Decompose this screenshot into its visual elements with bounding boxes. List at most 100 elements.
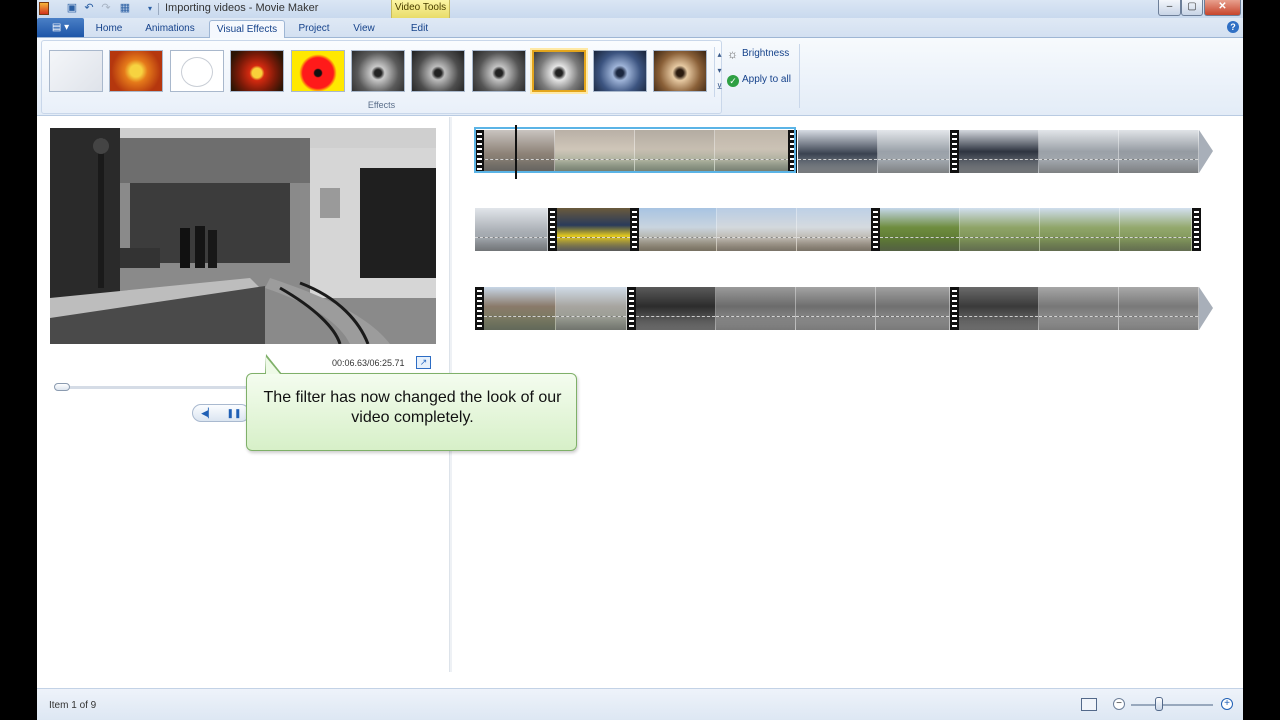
clip-frame[interactable] bbox=[1039, 287, 1119, 330]
gallery-more-icon[interactable]: ⊻ bbox=[715, 79, 724, 95]
playback-controls: ◀▏ ❚❚ bbox=[192, 404, 250, 422]
customize-dropdown-icon[interactable]: ▾ bbox=[143, 2, 157, 15]
gallery-scroll[interactable]: ▴ ▾ ⊻ bbox=[714, 47, 724, 97]
clip-frame[interactable] bbox=[557, 208, 631, 251]
effects-group-label: Effects bbox=[367, 100, 396, 110]
effect-saturated-thumbnail[interactable] bbox=[230, 50, 284, 92]
callout-text: The filter has now changed the look of o… bbox=[263, 389, 562, 426]
seek-bar-thumb[interactable] bbox=[54, 383, 70, 391]
clip-frame[interactable] bbox=[1039, 130, 1119, 173]
title-separator bbox=[158, 3, 159, 15]
thumbnail-size-icon[interactable] bbox=[1081, 698, 1097, 711]
application-menu-button[interactable]: ▤ ▾ bbox=[37, 18, 84, 37]
clip-frame[interactable] bbox=[475, 208, 548, 251]
brightness-label: Brightness bbox=[742, 48, 790, 59]
row-continues-icon bbox=[1199, 287, 1213, 330]
tutorial-callout: The filter has now changed the look of o… bbox=[246, 373, 577, 451]
gallery-up-icon[interactable]: ▴ bbox=[715, 47, 724, 63]
tab-view[interactable]: View bbox=[346, 20, 382, 38]
clip-frame[interactable] bbox=[556, 287, 627, 330]
storyboard-row-3 bbox=[475, 287, 1216, 330]
brightness-button[interactable]: ☼ Brightness bbox=[727, 48, 789, 60]
gallery-down-icon[interactable]: ▾ bbox=[715, 63, 724, 79]
fullscreen-icon[interactable]: ↗ bbox=[416, 356, 431, 369]
effect-posterize-thumbnail[interactable] bbox=[291, 50, 345, 92]
clip-frame[interactable] bbox=[1040, 208, 1120, 251]
effect-bw-yellow-thumbnail[interactable] bbox=[472, 50, 526, 92]
effect-bw-orange-thumbnail[interactable] bbox=[411, 50, 465, 92]
clip-frame[interactable] bbox=[878, 130, 950, 173]
effect-bw-red-thumbnail[interactable] bbox=[532, 50, 586, 92]
clip-start-marker bbox=[627, 287, 636, 330]
effect-none-thumbnail[interactable] bbox=[49, 50, 103, 92]
zoom-in-icon[interactable]: + bbox=[1221, 698, 1233, 710]
zoom-slider[interactable] bbox=[1131, 704, 1213, 706]
callout-tail-fill bbox=[266, 357, 280, 374]
app-icon[interactable] bbox=[39, 2, 49, 15]
minimize-button[interactable]: – bbox=[1158, 0, 1181, 16]
clip-frame[interactable] bbox=[876, 287, 950, 330]
brightness-icon: ☼ bbox=[727, 47, 738, 61]
zoom-out-icon[interactable]: − bbox=[1113, 698, 1125, 710]
clip-start-marker bbox=[950, 130, 959, 173]
maximize-button[interactable]: ▢ bbox=[1181, 0, 1203, 16]
clip-frame[interactable] bbox=[796, 287, 876, 330]
effect-cyanotype-thumbnail[interactable] bbox=[593, 50, 647, 92]
clip-frame[interactable] bbox=[717, 208, 797, 251]
effect-sepia-thumbnail[interactable] bbox=[653, 50, 707, 92]
playhead[interactable] bbox=[515, 125, 517, 179]
clip-frame[interactable] bbox=[959, 287, 1039, 330]
selected-clip-highlight bbox=[474, 127, 796, 173]
clip-start-marker bbox=[475, 287, 484, 330]
clip-frame[interactable] bbox=[960, 208, 1040, 251]
clip-frame[interactable] bbox=[797, 208, 877, 251]
time-readout: 00:06.63/06:25.71 bbox=[332, 358, 405, 368]
clip-frame[interactable] bbox=[798, 130, 878, 173]
pause-icon[interactable]: ❚❚ bbox=[223, 406, 245, 420]
clip-frame[interactable] bbox=[959, 130, 1039, 173]
apply-to-all-button[interactable]: ✓ Apply to all bbox=[727, 74, 791, 87]
undo-icon[interactable]: ↶ bbox=[82, 2, 96, 15]
clip-start-marker bbox=[548, 208, 557, 251]
preview-scene-image bbox=[50, 128, 436, 344]
effect-bw-thumbnail[interactable] bbox=[351, 50, 405, 92]
clip-start-marker bbox=[630, 208, 639, 251]
clip-frame[interactable] bbox=[1119, 287, 1199, 330]
clip-frame[interactable] bbox=[1119, 130, 1199, 173]
previous-frame-icon[interactable]: ◀▏ bbox=[197, 406, 219, 420]
clip-frame[interactable] bbox=[639, 208, 717, 251]
effect-sketch-thumbnail[interactable] bbox=[170, 50, 224, 92]
clip-end-marker bbox=[1192, 208, 1201, 251]
tab-animations[interactable]: Animations bbox=[138, 20, 202, 38]
effects-group: ▴ ▾ ⊻ Effects bbox=[41, 40, 722, 114]
tab-visual-effects[interactable]: Visual Effects bbox=[209, 20, 285, 39]
storyboard-row-2 bbox=[475, 208, 1216, 251]
clip-start-marker bbox=[950, 287, 959, 330]
ribbon-body: ▴ ▾ ⊻ Effects ☼ Brightness ✓ Apply to all bbox=[37, 38, 1243, 116]
help-icon[interactable]: ? bbox=[1227, 21, 1239, 33]
clip-frame[interactable] bbox=[716, 287, 796, 330]
layout-icon[interactable]: ▦ bbox=[118, 2, 132, 15]
apply-to-all-label: Apply to all bbox=[742, 74, 791, 85]
video-tools-tab-group: Video Tools bbox=[391, 0, 450, 18]
effect-warm-thumbnail[interactable] bbox=[109, 50, 163, 92]
clip-start-marker bbox=[871, 208, 880, 251]
clip-frame[interactable] bbox=[880, 208, 960, 251]
status-item-count: Item 1 of 9 bbox=[49, 700, 97, 711]
zoom-slider-thumb[interactable] bbox=[1155, 697, 1163, 711]
video-preview[interactable] bbox=[50, 128, 436, 344]
tab-edit[interactable]: Edit bbox=[403, 20, 436, 38]
row-continues-icon bbox=[1199, 130, 1213, 173]
ribbon-group-divider bbox=[799, 44, 800, 108]
apply-to-all-icon: ✓ bbox=[727, 75, 739, 87]
clip-frame[interactable] bbox=[484, 287, 556, 330]
tab-project[interactable]: Project bbox=[294, 20, 334, 38]
redo-icon[interactable]: ↷ bbox=[99, 2, 113, 15]
tab-home[interactable]: Home bbox=[90, 20, 128, 38]
window-title: Importing videos - Movie Maker bbox=[165, 2, 319, 14]
clip-frame[interactable] bbox=[1120, 208, 1192, 251]
clip-frame[interactable] bbox=[636, 287, 716, 330]
status-bar: Item 1 of 9 − + bbox=[37, 688, 1243, 720]
save-icon[interactable]: ▣ bbox=[65, 2, 79, 15]
close-button[interactable]: ✕ bbox=[1204, 0, 1241, 16]
